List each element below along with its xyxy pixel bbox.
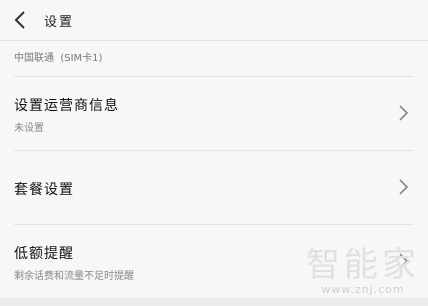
- row-title: 低额提醒: [14, 246, 74, 262]
- back-button[interactable]: [0, 0, 40, 40]
- row-title: 设置运营商信息: [14, 98, 119, 114]
- page-title: 设置: [44, 14, 75, 30]
- chevron-right-icon: [399, 179, 409, 195]
- chevron-left-icon: [14, 11, 25, 29]
- watermark-logo: 智能家: [306, 245, 420, 285]
- row-subtitle: 剩余话费和流量不足时提醒: [14, 271, 134, 282]
- row-subtitle: 未设置: [14, 123, 44, 134]
- row-carrier-info[interactable]: 设置运营商信息 未设置: [0, 77, 428, 150]
- watermark-url: www.znj.com: [321, 283, 405, 296]
- chevron-right-icon: [399, 105, 409, 121]
- header-bar: 设置: [0, 0, 428, 41]
- sim-label: 中国联通 (SIM卡1): [14, 53, 103, 64]
- row-plan-settings[interactable]: 套餐设置: [0, 151, 428, 224]
- bottom-bar: [0, 298, 428, 306]
- watermark: 智能家 www.znj.com: [306, 247, 420, 296]
- row-title: 套餐设置: [14, 182, 74, 198]
- settings-screen: 设置 中国联通 (SIM卡1) 设置运营商信息 未设置 套餐设置 低额提醒 剩余…: [0, 0, 428, 306]
